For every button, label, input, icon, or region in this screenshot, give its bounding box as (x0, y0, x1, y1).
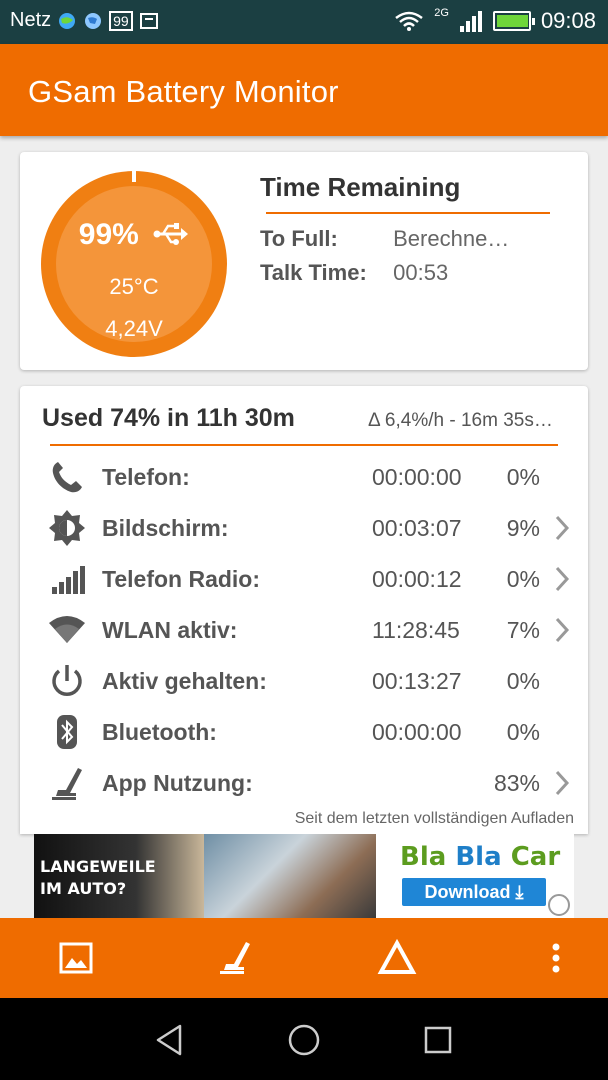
delta-icon[interactable] (377, 938, 417, 978)
ad-photo (204, 834, 376, 918)
wifi-status-icon (395, 11, 424, 31)
usage-row-telefon-radio[interactable]: Telefon Radio: 00:00:12 0% (20, 554, 588, 604)
image-icon[interactable] (56, 938, 96, 978)
since-last-charge-note: Seit dem letzten vollständigen Aufladen (294, 810, 574, 827)
battery-temperature: 25°C (109, 274, 159, 299)
usage-row-time: 11:28:45 (372, 617, 460, 643)
drain-rate: Δ 6,4%/h - 16m 35s… (368, 410, 553, 431)
usage-row-percent: 83% (493, 770, 540, 796)
usage-row-bluetooth[interactable]: Bluetooth: 00:00:00 0% (20, 707, 588, 757)
usage-row-percent: 9% (506, 515, 540, 541)
browser-icon (59, 12, 76, 29)
talk-time-label: Talk Time: (260, 260, 367, 285)
bluetooth-icon (57, 715, 77, 749)
usage-row-percent: 0% (506, 464, 540, 490)
chevron-right-icon[interactable] (554, 617, 570, 643)
cell-signal-icon (459, 11, 482, 32)
power-icon (52, 665, 82, 696)
ad-right-panel: Bla Bla Car Download ⤓ (376, 834, 574, 918)
ad-left-panel: LANGEWEILE IM AUTO? (34, 834, 204, 918)
to-full-label: To Full: (260, 226, 338, 251)
system-navigation-bar (0, 998, 608, 1080)
status-right: 2G 09:08 (394, 7, 596, 34)
screen-brightness-icon (49, 510, 85, 546)
status-bar: Netz 99 2G 09:08 (0, 0, 608, 44)
battery-status-icon (492, 11, 535, 31)
battery-summary-card[interactable]: 99% 25°C 4,24V Time Remaining To Full: B… (20, 152, 588, 370)
talk-time-value: 00:53 (393, 260, 449, 285)
usage-row-time: 00:13:27 (372, 668, 462, 694)
usage-row-time: 00:00:12 (372, 566, 462, 592)
usage-row-percent: 0% (506, 566, 540, 592)
usage-row-label: Telefon: (102, 464, 190, 490)
back-icon[interactable] (150, 1020, 190, 1060)
phone-icon (52, 462, 82, 493)
usage-row-label: WLAN aktiv: (102, 617, 238, 643)
usage-row-bildschirm[interactable]: Bildschirm: 00:03:07 9% (20, 503, 588, 553)
usage-row-percent: 0% (506, 719, 540, 745)
talk-time-row: Talk Time: 00:53 (260, 260, 448, 286)
usage-row-time: 00:00:00 (372, 719, 462, 745)
chevron-right-icon[interactable] (554, 770, 570, 796)
chevron-right-icon[interactable] (554, 566, 570, 592)
chevron-right-icon[interactable] (554, 515, 570, 541)
usage-divider (50, 444, 558, 446)
ad-info-icon[interactable] (548, 894, 570, 916)
wifi-icon (49, 616, 85, 643)
network-type-label: 2G (434, 7, 449, 19)
time-remaining-title: Time Remaining (260, 172, 461, 202)
gauge-readout: 99% 25°C 4,24V (40, 170, 228, 358)
ad-banner[interactable]: LANGEWEILE IM AUTO? Bla Bla Car Download… (34, 834, 574, 918)
battery-percent-row: 99% (40, 218, 228, 252)
used-summary-title: Used 74% in 11h 30m (42, 404, 295, 432)
ad-download-button[interactable]: Download ⤓ (402, 878, 546, 906)
signal-bars-icon (52, 566, 85, 594)
title-divider (266, 212, 550, 214)
bottom-toolbar (0, 918, 608, 998)
usage-row-label: App Nutzung: (102, 770, 253, 796)
battery-voltage: 4,24V (105, 316, 163, 341)
ad-headline-line1: LANGEWEILE (40, 857, 156, 876)
clock: 09:08 (540, 8, 596, 33)
usage-row-label: Aktiv gehalten: (102, 668, 267, 694)
globe-icon (85, 12, 102, 29)
ad-headline-line2: IM AUTO? (40, 879, 127, 898)
usage-row-label: Bildschirm: (102, 515, 229, 541)
usb-icon (153, 223, 189, 245)
inbox-icon (139, 12, 158, 29)
battery-percent: 99% (78, 218, 139, 251)
usage-row-label: Bluetooth: (102, 719, 217, 745)
usage-row-time: 00:00:00 (372, 464, 462, 490)
ad-headline: LANGEWEILE IM AUTO? (40, 856, 156, 900)
app-usage-icon[interactable] (216, 938, 256, 978)
usage-row-label: Telefon Radio: (102, 566, 261, 592)
to-full-row: To Full: Berechne… (260, 226, 509, 252)
status-left: Netz 99 (10, 9, 159, 32)
app-bar: GSam Battery Monitor (0, 44, 608, 136)
usage-row-telefon[interactable]: Telefon: 00:00:00 0% (20, 452, 588, 502)
app-usage-icon (52, 768, 82, 800)
usage-row-aktiv-gehalten[interactable]: Aktiv gehalten: 00:13:27 0% (20, 656, 588, 706)
ad-brand-logo: Bla Bla Car (400, 842, 561, 872)
notification-count-badge: 99 (109, 10, 133, 31)
app-title: GSam Battery Monitor (28, 74, 339, 109)
carrier-label: Netz (10, 9, 52, 31)
usage-row-time: 00:03:07 (372, 515, 462, 541)
usage-row-percent: 7% (506, 617, 540, 643)
overflow-menu-icon[interactable] (536, 938, 576, 978)
to-full-value: Berechne… (393, 226, 510, 251)
recent-apps-icon[interactable] (418, 1020, 458, 1060)
home-icon[interactable] (284, 1020, 324, 1060)
usage-row-wlan-aktiv[interactable]: WLAN aktiv: 11:28:45 7% (20, 605, 588, 655)
usage-card: Used 74% in 11h 30m Δ 6,4%/h - 16m 35s… … (20, 386, 588, 834)
usage-row-percent: 0% (506, 668, 540, 694)
usage-row-app-nutzung[interactable]: App Nutzung: 83% (20, 758, 588, 808)
